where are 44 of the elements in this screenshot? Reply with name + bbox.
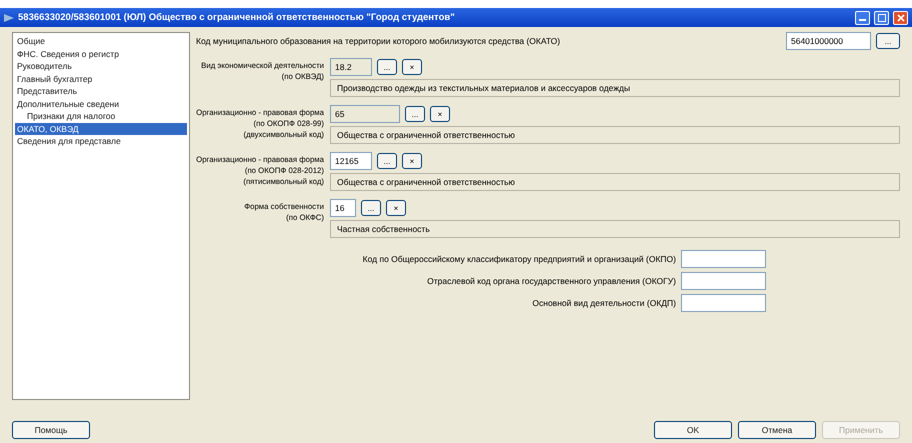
sidebar-item[interactable]: Представитель xyxy=(15,85,187,98)
close-button[interactable] xyxy=(893,10,908,24)
sidebar-item[interactable]: Главный бухгалтер xyxy=(15,72,187,85)
input-field[interactable] xyxy=(681,250,766,268)
maximize-icon xyxy=(878,14,886,22)
description-field: Общества с ограниченной ответственностью xyxy=(330,126,900,144)
clear-button[interactable]: × xyxy=(402,153,422,169)
input-field[interactable] xyxy=(681,272,766,290)
clear-button[interactable]: × xyxy=(402,59,422,75)
app-icon xyxy=(4,14,14,22)
sidebar-item[interactable]: ФНС. Сведения о регистр xyxy=(15,48,187,60)
sidebar-item[interactable]: ОКАТО, ОКВЭД xyxy=(15,122,187,135)
sidebar-item[interactable]: Сведения для представле xyxy=(15,135,187,148)
input-field[interactable]: 56401000000 xyxy=(786,32,871,50)
field-label: Код по Общероссийскому классификатору предприятий и организаций (ОКПО) xyxy=(362,254,676,264)
code-field[interactable]: 18.2 xyxy=(330,58,372,76)
description-field: Частная собственность xyxy=(330,220,900,238)
field-label: Отраслевой код органа государственного управления (ОКОГУ) xyxy=(427,276,676,286)
field-label: Основной вид деятельности (ОКДП) xyxy=(532,298,676,308)
code-field[interactable]: 65 xyxy=(330,105,400,123)
close-icon xyxy=(896,14,904,22)
sidebar-item[interactable]: Общие xyxy=(15,35,187,48)
dialog-button[interactable]: Отмена xyxy=(738,421,816,439)
clear-button[interactable]: × xyxy=(430,106,450,122)
field-label: Код муниципального образования на территории которого мобилизуются средства (ОКАТО) xyxy=(196,36,562,46)
dialog-button[interactable]: OK xyxy=(654,421,732,439)
pick-button[interactable]: ... xyxy=(377,59,397,75)
pick-button[interactable]: ... xyxy=(876,33,900,49)
code-field[interactable]: 16 xyxy=(330,199,356,217)
pick-button[interactable]: ... xyxy=(377,153,397,169)
help-button[interactable]: Помощь xyxy=(12,421,90,439)
code-field[interactable]: 12165 xyxy=(330,152,372,170)
minimize-button[interactable] xyxy=(855,10,870,24)
description-field: Общества с ограниченной ответственностью xyxy=(330,173,900,191)
input-field[interactable] xyxy=(681,294,766,312)
sidebar-item[interactable]: Признаки для налогоо xyxy=(15,110,187,122)
maximize-button[interactable] xyxy=(874,10,889,24)
clear-button[interactable]: × xyxy=(386,200,406,216)
pick-button[interactable]: ... xyxy=(361,200,381,216)
sidebar-item[interactable]: Дополнительные сведени xyxy=(15,98,187,110)
pick-button[interactable]: ... xyxy=(405,106,425,122)
window-title: 5836633020/583601001 (ЮЛ) Общество с ограниченной ответственностью "Город студентов" xyxy=(18,12,456,23)
sidebar-item[interactable]: Руководитель xyxy=(15,60,187,72)
description-field: Производство одежды из текстильных материалов и аксессуаров одежды xyxy=(330,79,900,97)
